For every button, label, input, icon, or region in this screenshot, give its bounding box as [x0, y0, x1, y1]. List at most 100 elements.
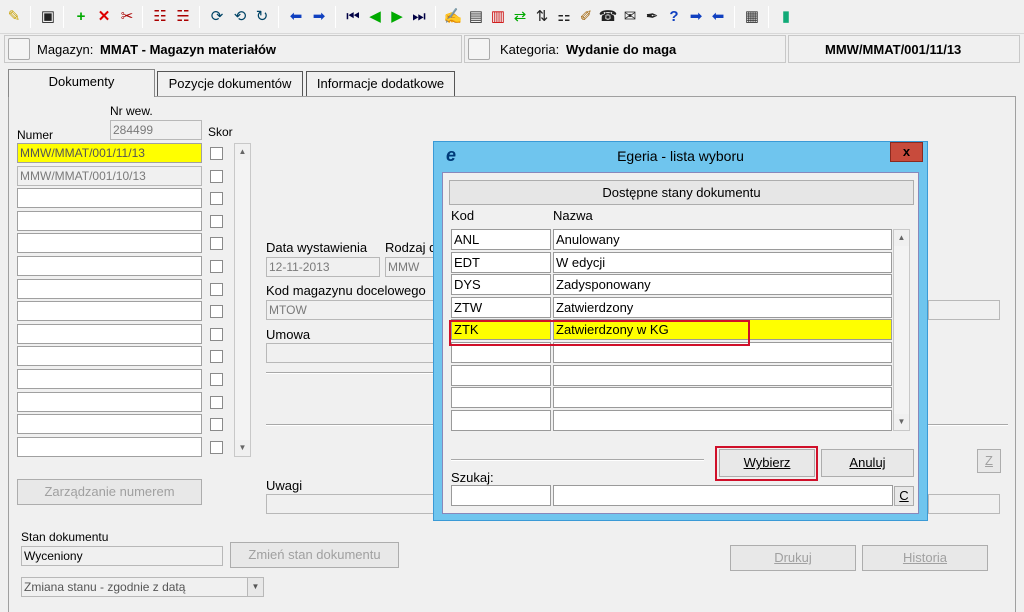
- numer-list-item[interactable]: [17, 256, 202, 276]
- skor-checkbox[interactable]: [210, 395, 223, 409]
- split-icon[interactable]: ☷: [150, 6, 170, 26]
- magazyn-select-button[interactable]: [8, 38, 30, 60]
- skor-checkbox[interactable]: [210, 305, 223, 319]
- stan-row-kod[interactable]: [451, 364, 551, 386]
- forward-icon[interactable]: ➡: [686, 6, 706, 26]
- stan-row-kod[interactable]: [451, 387, 551, 409]
- skor-checkbox[interactable]: [210, 440, 223, 454]
- split2-icon[interactable]: ☵: [173, 6, 193, 26]
- last-icon[interactable]: ⏭: [409, 6, 429, 26]
- sync-icon[interactable]: ⇄: [510, 6, 530, 26]
- z-button[interactable]: Z: [977, 449, 1001, 473]
- stan-row-kod[interactable]: ANL: [451, 229, 551, 250]
- stan-row-nazwa[interactable]: [553, 409, 892, 431]
- arrow-left-icon[interactable]: ⬅: [286, 6, 306, 26]
- refresh3-icon[interactable]: ↻: [252, 6, 272, 26]
- stany-list-scrollbar[interactable]: ▲ ▼: [893, 229, 910, 431]
- stan-row-kod[interactable]: ZTW: [451, 296, 551, 318]
- zmien-stan-button[interactable]: Zmień stan dokumentu: [230, 542, 399, 568]
- numer-list-item[interactable]: MMW/MMAT/001/10/13: [17, 165, 202, 186]
- numer-list-item[interactable]: [17, 346, 202, 367]
- skor-checkbox[interactable]: [210, 260, 223, 273]
- numer-list-item[interactable]: MMW/MMAT/001/11/13: [17, 143, 202, 163]
- zmiana-stanu-select[interactable]: Zmiana stanu - zgodnie z datą ▼: [21, 577, 264, 597]
- tree-icon[interactable]: ⚏: [554, 6, 574, 26]
- uwagi-field: [266, 494, 436, 514]
- tab-dokumenty[interactable]: Dokumenty: [8, 69, 155, 97]
- close-icon[interactable]: x: [890, 142, 923, 162]
- numer-list-item[interactable]: [17, 323, 202, 344]
- stan-row-kod[interactable]: EDT: [451, 251, 551, 273]
- cut-icon[interactable]: ✂: [117, 6, 137, 26]
- doc-icon[interactable]: ▤: [466, 6, 486, 26]
- stan-row-nazwa[interactable]: Zadysponowany: [553, 274, 892, 296]
- skor-checkbox[interactable]: [210, 350, 223, 364]
- numer-list-item[interactable]: [17, 436, 202, 457]
- stan-row-kod[interactable]: DYS: [451, 274, 551, 296]
- refresh2-icon[interactable]: ⟲: [230, 6, 250, 26]
- chevron-down-icon[interactable]: ▼: [247, 578, 263, 596]
- phone-icon[interactable]: ☎: [598, 6, 618, 26]
- numer-list-item[interactable]: [17, 391, 202, 412]
- stan-row-nazwa[interactable]: Zatwierdzony: [553, 296, 892, 318]
- pen-icon[interactable]: ✒: [642, 6, 662, 26]
- numer-list-item[interactable]: [17, 278, 202, 299]
- next-icon[interactable]: ▶: [387, 6, 407, 26]
- numer-list-item[interactable]: [17, 188, 202, 209]
- doc-red-icon[interactable]: ▥: [488, 6, 508, 26]
- scroll-up-icon[interactable]: ▲: [235, 144, 250, 160]
- skor-checkbox[interactable]: [210, 169, 223, 183]
- skor-checkbox[interactable]: [210, 418, 223, 432]
- edit-icon[interactable]: ✍: [443, 6, 463, 26]
- scroll-down-icon[interactable]: ▼: [235, 440, 250, 456]
- skor-checkbox[interactable]: [210, 192, 223, 206]
- skor-checkbox[interactable]: [210, 373, 223, 386]
- arrow-right-icon[interactable]: ➡: [309, 6, 329, 26]
- brush-icon[interactable]: ✐: [576, 6, 596, 26]
- exit-icon[interactable]: ▮: [776, 6, 796, 26]
- refresh-icon[interactable]: ⟳: [207, 6, 227, 26]
- szukaj-nazwa-input[interactable]: [553, 485, 893, 506]
- stan-dokumentu-label: Stan dokumentu: [21, 530, 109, 544]
- back-icon[interactable]: ⬅: [708, 6, 728, 26]
- add-icon[interactable]: +: [71, 6, 91, 26]
- numer-list-item[interactable]: [17, 301, 202, 322]
- delete-icon[interactable]: ✕: [94, 6, 114, 26]
- page-icon[interactable]: ▦: [742, 6, 762, 26]
- pin-icon[interactable]: ✎: [4, 6, 24, 26]
- scroll-down-icon[interactable]: ▼: [894, 414, 909, 430]
- szukaj-kod-input[interactable]: [451, 485, 551, 506]
- help-icon[interactable]: ?: [664, 6, 684, 26]
- dialog-body: Dostępne stany dokumentu Kod Nazwa ANL An…: [442, 172, 919, 514]
- scroll-up-icon[interactable]: ▲: [894, 230, 909, 246]
- mail-icon[interactable]: ✉: [620, 6, 640, 26]
- clear-button[interactable]: C: [894, 486, 914, 506]
- drukuj-button[interactable]: Drukuj: [730, 545, 856, 571]
- prev-icon[interactable]: ◀: [365, 6, 385, 26]
- stan-row-kod[interactable]: [451, 409, 551, 431]
- stan-row-nazwa[interactable]: [553, 387, 892, 409]
- numer-list-item[interactable]: [17, 414, 202, 435]
- kategoria-select-button[interactable]: [468, 38, 490, 60]
- save-icon[interactable]: ▣: [38, 6, 58, 26]
- sort-icon[interactable]: ⇅: [532, 6, 552, 26]
- skor-checkbox[interactable]: [210, 237, 223, 251]
- tab-informacje[interactable]: Informacje dodatkowe: [306, 71, 455, 96]
- stan-row-nazwa[interactable]: Anulowany: [553, 229, 892, 250]
- skor-checkbox[interactable]: [210, 327, 223, 341]
- numer-list-scrollbar[interactable]: ▲ ▼: [234, 143, 251, 457]
- stan-row-nazwa[interactable]: W edycji: [553, 251, 892, 273]
- numer-list-item[interactable]: [17, 233, 202, 254]
- skor-checkbox[interactable]: [210, 147, 223, 160]
- numer-list-item[interactable]: [17, 210, 202, 231]
- kod-magazynu-field: MTOW: [266, 300, 436, 320]
- stan-row-nazwa[interactable]: [553, 364, 892, 386]
- anuluj-button[interactable]: Anuluj: [821, 449, 914, 477]
- historia-button[interactable]: Historia: [862, 545, 988, 571]
- skor-checkbox[interactable]: [210, 282, 223, 296]
- first-icon[interactable]: ⏮: [343, 6, 363, 26]
- numer-list-item[interactable]: [17, 369, 202, 389]
- zarzadzanie-numerem-button[interactable]: Zarządzanie numerem: [17, 479, 202, 505]
- tab-pozycje[interactable]: Pozycje dokumentów: [157, 71, 303, 96]
- skor-checkbox[interactable]: [210, 214, 223, 228]
